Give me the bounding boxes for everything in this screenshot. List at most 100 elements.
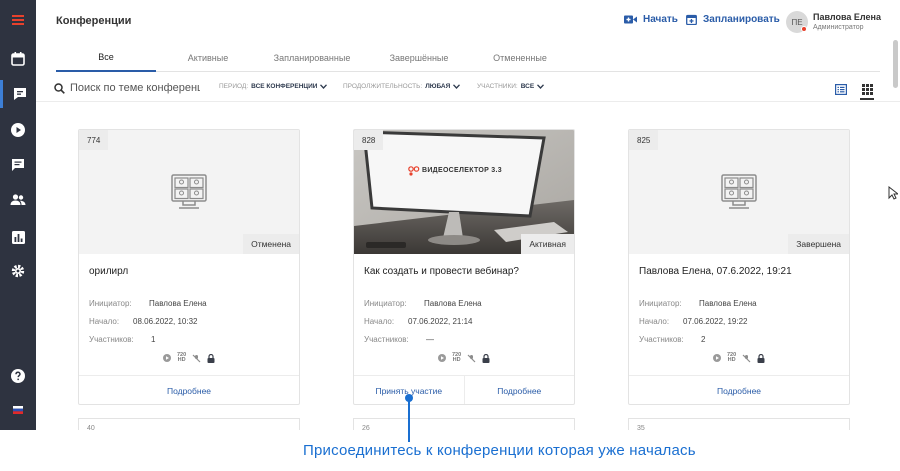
recording-icon: [163, 354, 171, 362]
conference-card[interactable]: 35: [628, 418, 850, 430]
app-window: Конференции Начать Запланировать ПЕ Павл…: [0, 0, 900, 430]
duration-filter[interactable]: ПРОДОЛЖИТЕЛЬНОСТЬ: ЛЮБАЯ: [343, 83, 461, 90]
recording-icon: [438, 354, 446, 362]
conference-id: 825: [629, 130, 659, 150]
period-filter-label: ПЕРИОД:: [219, 83, 249, 90]
annotation-pointer-line: [408, 398, 410, 442]
hd-720-icon: 720 HD: [177, 352, 187, 363]
mouse-cursor-icon: [888, 186, 898, 200]
recording-icon: [713, 354, 721, 362]
feature-icons: 720 HD: [163, 352, 221, 363]
lock-icon: [482, 353, 490, 363]
period-filter-value: ВСЕ КОНФЕРЕНЦИИ: [251, 83, 318, 90]
start-label: Начало:: [639, 317, 670, 326]
participants-filter-label: УЧАСТНИКИ:: [477, 83, 518, 90]
conference-title: Как создать и провести вебинар?: [364, 266, 519, 277]
tab-finished[interactable]: Завершённые: [374, 44, 464, 72]
tab-scheduled[interactable]: Запланированные: [260, 44, 364, 72]
schedule-conference-button[interactable]: Запланировать: [686, 14, 780, 25]
hd-720-icon: 720 HD: [727, 352, 737, 363]
tab-cancelled[interactable]: Отмененные: [474, 44, 566, 72]
feature-icons: 720 HD: [438, 352, 496, 363]
status-badge: Активная: [521, 234, 574, 254]
search-input[interactable]: [70, 80, 200, 96]
card-actions: Принять участие Подробнее: [354, 375, 575, 404]
conference-title: Павлова Елена, 07.6.2022, 19:21: [639, 266, 792, 277]
initiator-label: Инициатор:: [364, 299, 407, 308]
conference-thumbnail: 828 ВИДЕОСЕЛЕКТОР 3.3 Активная: [354, 130, 574, 254]
calendar-icon[interactable]: [0, 45, 36, 73]
participants-label: Участников:: [364, 335, 409, 344]
tab-active[interactable]: Активные: [166, 44, 250, 72]
start-conference-button[interactable]: Начать: [624, 14, 678, 25]
details-link[interactable]: Подробнее: [79, 376, 299, 404]
conference-card[interactable]: 26: [353, 418, 575, 430]
hd-720-icon: 720 HD: [452, 352, 462, 363]
participants-value: 2: [701, 335, 706, 344]
conference-thumbnail: 825 Завершена: [629, 130, 849, 254]
status-tabs: Все Активные Запланированные Завершённые…: [56, 44, 880, 72]
schedule-conference-label: Запланировать: [703, 14, 780, 25]
conference-card[interactable]: 40: [78, 418, 300, 430]
annotation-caption: Присоединитесь к конференции которая уже…: [303, 442, 696, 459]
conference-icon[interactable]: [0, 80, 36, 108]
participants-filter[interactable]: УЧАСТНИКИ: ВСЕ: [477, 83, 545, 90]
scrollbar[interactable]: [893, 40, 898, 88]
chat-icon[interactable]: [0, 151, 36, 179]
participants-filter-value: ВСЕ: [520, 83, 535, 90]
initiator-label: Инициатор:: [639, 299, 682, 308]
grid-view-icon[interactable]: [860, 82, 874, 100]
participants-label: Участников:: [639, 335, 684, 344]
conference-card[interactable]: 774 Отменена орилирл Инициатор: Павлова …: [78, 129, 300, 405]
conference-title: орилирл: [89, 266, 129, 277]
status-dot: [801, 26, 807, 32]
details-link[interactable]: Подробнее: [629, 376, 849, 404]
lock-icon: [207, 353, 215, 363]
no-microphone-icon: [192, 354, 201, 362]
details-link[interactable]: Подробнее: [463, 376, 575, 404]
start-label: Начало:: [89, 317, 120, 326]
participants-value: 1: [151, 335, 156, 344]
users-icon[interactable]: [0, 186, 36, 214]
help-icon[interactable]: [0, 362, 36, 390]
video-grid-icon: [721, 174, 757, 209]
no-microphone-icon: [742, 354, 751, 362]
participants-label: Участников:: [89, 335, 134, 344]
feature-icons: 720 HD: [713, 352, 771, 363]
start-value: 08.06.2022, 10:32: [133, 317, 198, 326]
brand-logo-text: ВИДЕОСЕЛЕКТОР 3.3: [422, 167, 502, 174]
conference-card[interactable]: 828 ВИДЕОСЕЛЕКТОР 3.3 Активная Как созда…: [353, 129, 575, 405]
participants-value: —: [426, 335, 434, 344]
language-flag-icon[interactable]: [0, 396, 36, 424]
start-value: 07.06.2022, 21:14: [408, 317, 473, 326]
chevron-down-icon: [537, 84, 545, 89]
brand-logo-icon: [408, 166, 420, 176]
conference-thumbnail: 774 Отменена: [79, 130, 299, 254]
hamburger-menu-icon[interactable]: [0, 6, 36, 34]
initiator-value: Павлова Елена: [424, 299, 482, 308]
card-actions: Подробнее: [79, 375, 299, 404]
header: Конференции Начать Запланировать ПЕ Павл…: [36, 0, 900, 42]
lock-icon: [757, 353, 765, 363]
initiator-value: Павлова Елена: [699, 299, 757, 308]
play-icon[interactable]: [0, 116, 36, 144]
start-value: 07.06.2022, 19:22: [683, 317, 748, 326]
tab-all[interactable]: Все: [56, 44, 156, 72]
list-view-icon[interactable]: [834, 82, 848, 96]
status-badge: Отменена: [243, 234, 299, 254]
duration-filter-label: ПРОДОЛЖИТЕЛЬНОСТЬ:: [343, 83, 423, 90]
duration-filter-value: ЛЮБАЯ: [425, 83, 451, 90]
initiator-value: Павлова Елена: [149, 299, 207, 308]
conference-card[interactable]: 825 Завершена Павлова Елена, 07.6.2022, …: [628, 129, 850, 405]
card-actions: Подробнее: [629, 375, 849, 404]
period-filter[interactable]: ПЕРИОД: ВСЕ КОНФЕРЕНЦИИ: [219, 83, 328, 90]
statistics-icon[interactable]: [0, 223, 36, 251]
initiator-label: Инициатор:: [89, 299, 132, 308]
video-grid-icon: [171, 174, 207, 209]
gear-icon[interactable]: [0, 257, 36, 285]
chevron-down-icon: [453, 84, 461, 89]
user-name[interactable]: Павлова Елена: [813, 12, 881, 22]
status-badge: Завершена: [788, 234, 849, 254]
sidebar: [0, 0, 36, 430]
search-icon: [54, 83, 65, 94]
